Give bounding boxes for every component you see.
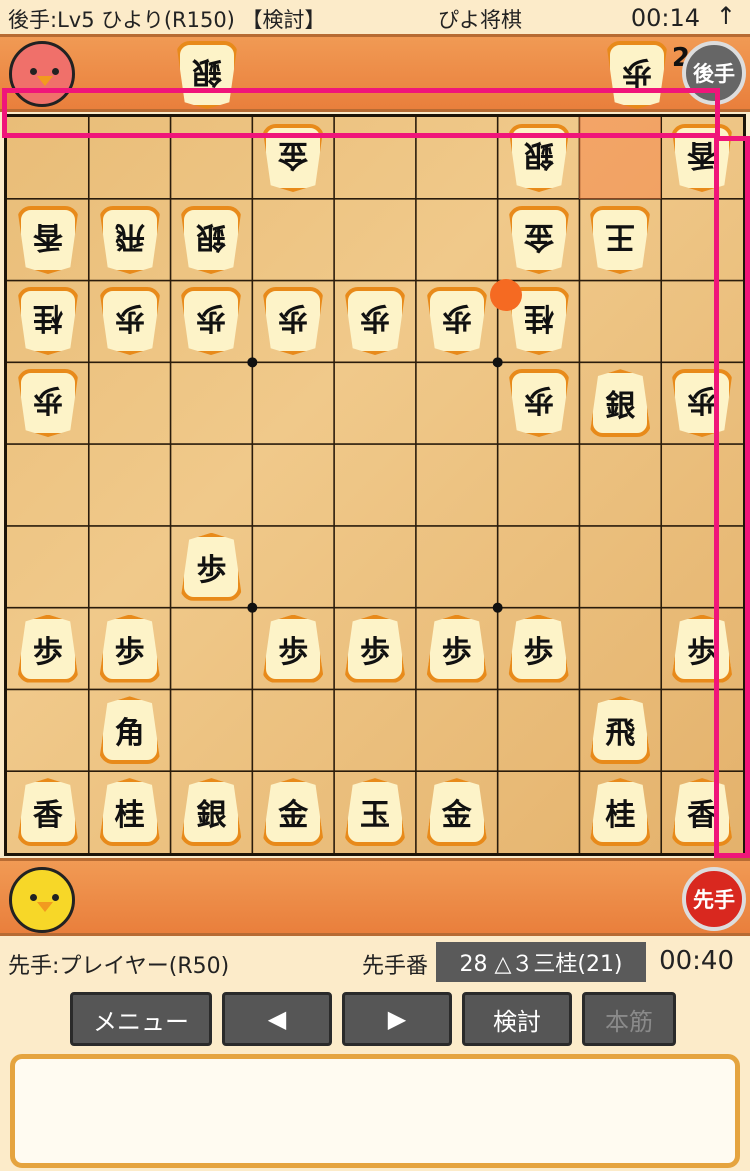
sente-piece[interactable]: 歩 — [262, 614, 325, 683]
gote-piece[interactable]: 王 — [589, 206, 651, 274]
shogi-board[interactable]: 金銀香香飛銀金王桂歩歩歩歩歩桂歩歩銀歩歩歩歩歩歩歩歩歩角飛香桂銀金玉金桂香 — [4, 114, 746, 856]
highlight-overlay-right — [714, 136, 750, 858]
info-row: 先手:プレイヤー(R50) 先手番 28 △３三桂(21) 00:40 — [0, 940, 750, 984]
sente-piece[interactable]: 香 — [16, 778, 79, 847]
last-move-display: 28 △３三桂(21) — [436, 942, 646, 982]
highlight-overlay-top — [2, 88, 720, 138]
sente-piece[interactable]: 歩 — [507, 614, 570, 683]
sente-piece-stand[interactable]: 先手 — [0, 858, 750, 936]
sente-piece[interactable]: 歩 — [98, 614, 161, 683]
sente-piece[interactable]: 歩 — [425, 614, 488, 683]
prev-move-button[interactable]: ◀ — [222, 992, 332, 1046]
gote-piece[interactable]: 香 — [17, 206, 79, 274]
gote-piece[interactable]: 歩 — [99, 287, 161, 355]
next-move-button[interactable]: ▶ — [342, 992, 452, 1046]
gote-piece[interactable]: 歩 — [17, 369, 79, 437]
menu-button[interactable]: メニュー — [70, 992, 212, 1046]
sente-piece[interactable]: 飛 — [589, 696, 652, 765]
sente-piece[interactable]: 歩 — [180, 532, 243, 601]
gote-clock: 00:14 — [630, 4, 700, 32]
gote-piece[interactable]: 歩 — [508, 369, 570, 437]
gote-piece[interactable]: 歩 — [344, 287, 406, 355]
last-move-marker-dot — [489, 278, 522, 311]
sente-piece[interactable]: 銀 — [180, 778, 243, 847]
sente-piece[interactable]: 桂 — [98, 778, 161, 847]
sente-clock: 00:40 — [659, 946, 734, 976]
sente-piece[interactable]: 角 — [98, 696, 161, 765]
star-point — [492, 357, 503, 368]
sente-avatar-chick-icon — [9, 867, 75, 933]
sente-piece[interactable]: 金 — [262, 778, 325, 847]
sente-piece[interactable]: 歩 — [344, 614, 406, 683]
star-point — [492, 602, 503, 613]
sente-piece[interactable]: 銀 — [589, 369, 652, 438]
gote-piece[interactable]: 歩 — [426, 287, 488, 355]
up-arrow-icon: ↑ — [715, 2, 736, 30]
analyze-button[interactable]: 検討 — [462, 992, 572, 1046]
sente-piece[interactable]: 桂 — [589, 778, 652, 847]
sente-piece[interactable]: 歩 — [16, 614, 79, 683]
sente-piece[interactable]: 玉 — [344, 778, 406, 847]
sente-player-name: 先手:プレイヤー(R50) — [8, 954, 230, 979]
gote-piece[interactable]: 歩 — [262, 287, 324, 355]
gote-piece[interactable]: 銀 — [180, 206, 242, 274]
status-bar: 後手:Lv5 ひより(R150) 【検討】 ぴよ将棋 00:14 ↑ — [0, 0, 750, 34]
turn-indicator: 先手番 — [362, 954, 429, 979]
gote-piece[interactable]: 飛 — [99, 206, 161, 274]
comment-textbox[interactable] — [10, 1054, 740, 1168]
star-point — [247, 602, 258, 613]
sente-turn-badge: 先手 — [682, 867, 746, 931]
gote-piece[interactable]: 桂 — [17, 287, 79, 355]
gote-piece[interactable]: 金 — [508, 206, 570, 274]
sente-piece[interactable]: 金 — [425, 778, 488, 847]
gote-piece[interactable]: 歩 — [180, 287, 242, 355]
star-point — [247, 357, 258, 368]
mainline-button[interactable]: 本筋 — [582, 992, 676, 1046]
